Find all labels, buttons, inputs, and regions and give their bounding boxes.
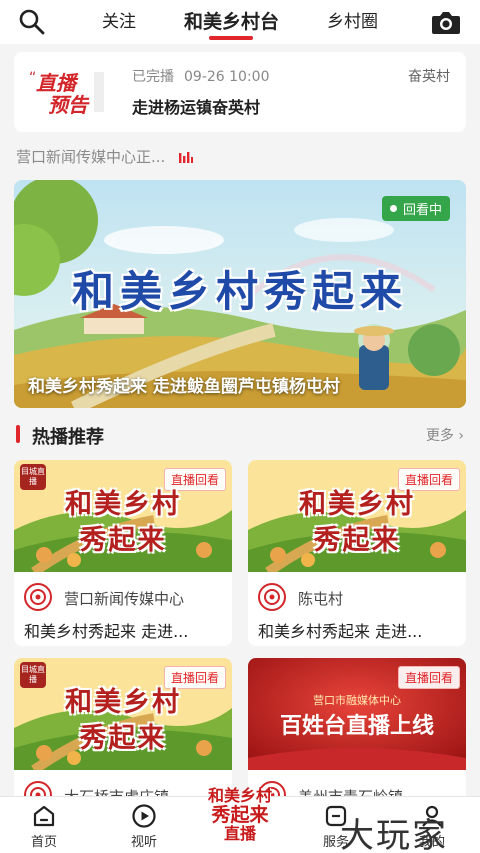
svg-text:直播: 直播 (36, 71, 79, 95)
banner-headline: 和美乡村秀起来 (71, 267, 408, 316)
live-preview-card[interactable]: 直播 预告 “ 已完播 09-26 10:00 奋英村 走进杨运镇奋英村 (14, 52, 466, 132)
top-bar: 关注 和美乡村台 乡村圈 (0, 0, 480, 44)
card-title: 和美乡村秀起来 走进... (258, 622, 423, 641)
replay-badge: 直播回看 (397, 666, 460, 689)
dot-icon (389, 205, 397, 212)
card-author: 陈屯村 (298, 590, 344, 608)
svg-text:“: “ (29, 70, 36, 86)
section-title: 热播推荐 (32, 427, 104, 448)
tab-village-channel[interactable]: 和美乡村台 (184, 0, 279, 44)
thumb-line1: 和美乡村 (65, 687, 181, 718)
thumb-line1: 和美乡村 (299, 489, 415, 520)
featured-banner[interactable]: 回看中 和美乡村秀起来 和美乡村秀起来 走进鲅鱼圈芦屯镇杨屯村 (14, 180, 466, 408)
home-icon (33, 805, 55, 827)
camera-icon[interactable] (430, 8, 462, 36)
channel-tabs: 关注 和美乡村台 乡村圈 (90, 0, 390, 44)
source-text: 营口新闻传媒中心正... (16, 148, 166, 166)
tab-village-circle[interactable]: 乡村圈 (327, 0, 378, 44)
thumb-line1: 营口市融媒体中心 (313, 694, 401, 707)
preview-title: 走进杨运镇奋英村 (132, 98, 261, 117)
center-line2: 秀起来 (211, 804, 269, 826)
author-avatar (258, 583, 286, 611)
center-line3: 直播 (223, 824, 256, 843)
card-thumbnail: 目城直播 直播回看 和美乡村 秀起来 (14, 658, 232, 770)
thumb-line2: 秀起来 (79, 525, 167, 556)
audio-bars-icon (179, 151, 194, 163)
thumb-line2: 秀起来 (79, 723, 167, 754)
live-preview-logo: 直播 预告 “ (26, 64, 112, 120)
more-link[interactable]: 更多 › (426, 425, 464, 445)
thumb-line2: 秀起来 (313, 525, 401, 556)
center-line1: 和美乡村 (207, 786, 272, 805)
preview-status: 已完播 (132, 69, 174, 85)
nav-video[interactable]: 视听 (114, 803, 174, 850)
banner-caption: 和美乡村秀起来 走进鲅鱼圈芦屯镇杨屯村 (28, 377, 340, 397)
search-icon[interactable] (18, 8, 46, 36)
card-thumbnail: 目城直播 直播回看 和美乡村 秀起来 (14, 460, 232, 572)
card-thumbnail: 直播回看 营口市融媒体中心 百姓台直播上线 (248, 658, 466, 770)
nav-video-label: 视听 (130, 835, 157, 850)
replay-badge-label: 回看中 (402, 203, 442, 218)
chevron-right-icon: › (458, 428, 464, 444)
hot-section-header: 热播推荐 更多 › (14, 420, 466, 448)
card-thumbnail: 直播回看 和美乡村 秀起来 (248, 460, 466, 572)
card-author: 营口新闻传媒中心 (64, 590, 185, 608)
live-center-button[interactable]: 和美乡村 秀起来 直播 (196, 787, 284, 851)
source-line[interactable]: 营口新闻传媒中心正... (16, 146, 194, 167)
author-avatar (24, 583, 52, 611)
svg-text:预告: 预告 (48, 93, 90, 117)
section-accent-bar (16, 425, 20, 443)
thumb-line1: 和美乡村 (65, 489, 181, 520)
more-label: 更多 (425, 428, 454, 444)
preview-datetime: 09-26 10:00 (184, 69, 270, 85)
nav-home[interactable]: 首页 (14, 803, 74, 850)
video-card[interactable]: 目城直播 直播回看 和美乡村 秀起来 营口新闻传媒中心 和美乡村秀起来 走进..… (14, 460, 232, 646)
tab-follow[interactable]: 关注 (102, 0, 136, 44)
nav-home-label: 首页 (30, 835, 57, 850)
thumb-line2: 百姓台直播上线 (279, 714, 434, 739)
watermark-text: 大玩家 (340, 816, 448, 853)
card-title: 和美乡村秀起来 走进... (24, 622, 189, 641)
play-icon (132, 804, 156, 828)
video-card[interactable]: 直播回看 和美乡村 秀起来 陈屯村 和美乡村秀起来 走进... (248, 460, 466, 646)
preview-village: 奋英村 (408, 69, 450, 85)
replay-badge: 回看中 (381, 196, 450, 221)
